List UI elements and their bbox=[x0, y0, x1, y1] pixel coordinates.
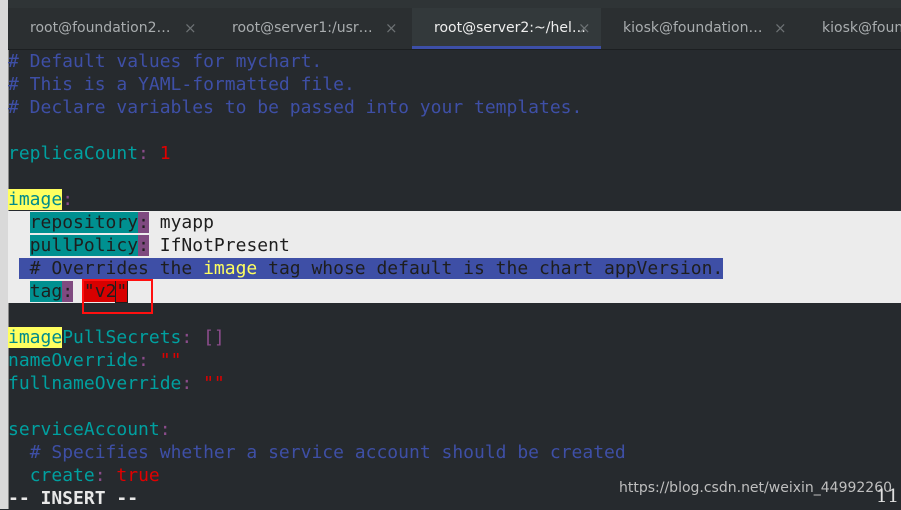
watermark: https://blog.csdn.net/weixin_44992260 bbox=[619, 480, 893, 496]
code-token: pullPolicy bbox=[29, 235, 139, 256]
tab-root-server2[interactable]: root@server2:~/hel… × bbox=[412, 8, 601, 49]
cursor-position: 11 bbox=[876, 486, 899, 507]
editor-line: image: bbox=[8, 188, 901, 211]
tab-label: root@server1:/usr… bbox=[232, 20, 373, 36]
editor-line: serviceAccount: bbox=[8, 418, 901, 441]
close-tab-icon[interactable]: × bbox=[184, 8, 197, 49]
editor-line: pullPolicy: IfNotPresent bbox=[8, 234, 901, 257]
code-token: : bbox=[159, 419, 171, 440]
code-token: : bbox=[138, 212, 149, 233]
editor-line: # Default values for mychart. bbox=[8, 50, 901, 73]
tab-label: root@server2:~/hel… bbox=[434, 20, 586, 36]
code-token: # This is a YAML-formatted file. bbox=[8, 74, 355, 95]
tab-kiosk-foundation-2[interactable]: kiosk@foun bbox=[800, 8, 901, 49]
tab-root-server1[interactable]: root@server1:/usr… × bbox=[210, 8, 412, 49]
window-titlebar bbox=[8, 0, 901, 8]
editor-line: nameOverride: "" bbox=[8, 349, 901, 372]
code-token: -- INSERT -- bbox=[8, 488, 139, 509]
code-token: create bbox=[29, 465, 95, 486]
close-tab-icon[interactable]: × bbox=[774, 8, 787, 49]
code-token: PullSecrets bbox=[62, 327, 182, 348]
code-token: # Declare variables to be passed into yo… bbox=[8, 97, 583, 118]
code-token: : bbox=[94, 465, 106, 486]
editor-line: # Declare variables to be passed into yo… bbox=[8, 96, 901, 119]
code-token: 1 bbox=[159, 143, 171, 164]
tab-label: kiosk@foun bbox=[822, 20, 901, 36]
code-token: [] bbox=[203, 327, 225, 348]
code-token: serviceAccount bbox=[8, 419, 160, 440]
code-token: repository bbox=[29, 212, 139, 233]
code-token: tag whose default is the chart appVersio… bbox=[257, 258, 724, 279]
code-token: : bbox=[62, 189, 74, 210]
close-tab-icon[interactable]: × bbox=[578, 8, 591, 46]
tab-label: root@foundation2… bbox=[30, 20, 171, 36]
code-token: "" bbox=[159, 350, 182, 371]
editor-line: fullnameOverride: "" bbox=[8, 372, 901, 395]
code-token: fullnameOverride bbox=[8, 373, 182, 394]
code-token: : bbox=[138, 235, 149, 256]
code-token: : bbox=[62, 281, 74, 302]
editor-line: # This is a YAML-formatted file. bbox=[8, 73, 901, 96]
code-token: : bbox=[138, 350, 149, 371]
code-token: tag bbox=[29, 281, 63, 302]
code-token: "" bbox=[203, 373, 225, 394]
code-token: true bbox=[116, 465, 160, 486]
code-token: replicaCount bbox=[8, 143, 139, 164]
code-token: image bbox=[203, 258, 258, 279]
code-token: : bbox=[181, 327, 193, 348]
editor-line: # Specifies whether a service account sh… bbox=[8, 441, 901, 464]
code-token: myapp bbox=[148, 212, 214, 233]
editor-line: imagePullSecrets: [] bbox=[8, 326, 901, 349]
tab-root-foundation[interactable]: root@foundation2… × bbox=[8, 8, 210, 49]
code-token: # Specifies whether a service account sh… bbox=[29, 442, 626, 463]
editor-line: repository: myapp bbox=[8, 211, 901, 234]
tab-label: kiosk@foundation… bbox=[623, 20, 763, 36]
editor-line: # Overrides the image tag whose default … bbox=[8, 257, 901, 280]
terminal-tab-bar: root@foundation2… × root@server1:/usr… × r… bbox=[8, 8, 901, 50]
code-token: : bbox=[138, 143, 149, 164]
tab-kiosk-foundation[interactable]: kiosk@foundation… × bbox=[601, 8, 800, 49]
code-token: nameOverride bbox=[8, 350, 139, 371]
code-token: IfNotPresent bbox=[148, 235, 290, 256]
code-token: : bbox=[181, 373, 193, 394]
editor-line: replicaCount: 1 bbox=[8, 142, 901, 165]
code-token: image bbox=[8, 189, 63, 210]
close-tab-icon[interactable]: × bbox=[385, 8, 398, 49]
code-token: # Default values for mychart. bbox=[8, 51, 323, 72]
code-token: # Overrides the bbox=[18, 258, 204, 279]
code-token: image bbox=[8, 327, 63, 348]
annotation-highlight-box bbox=[82, 279, 153, 314]
